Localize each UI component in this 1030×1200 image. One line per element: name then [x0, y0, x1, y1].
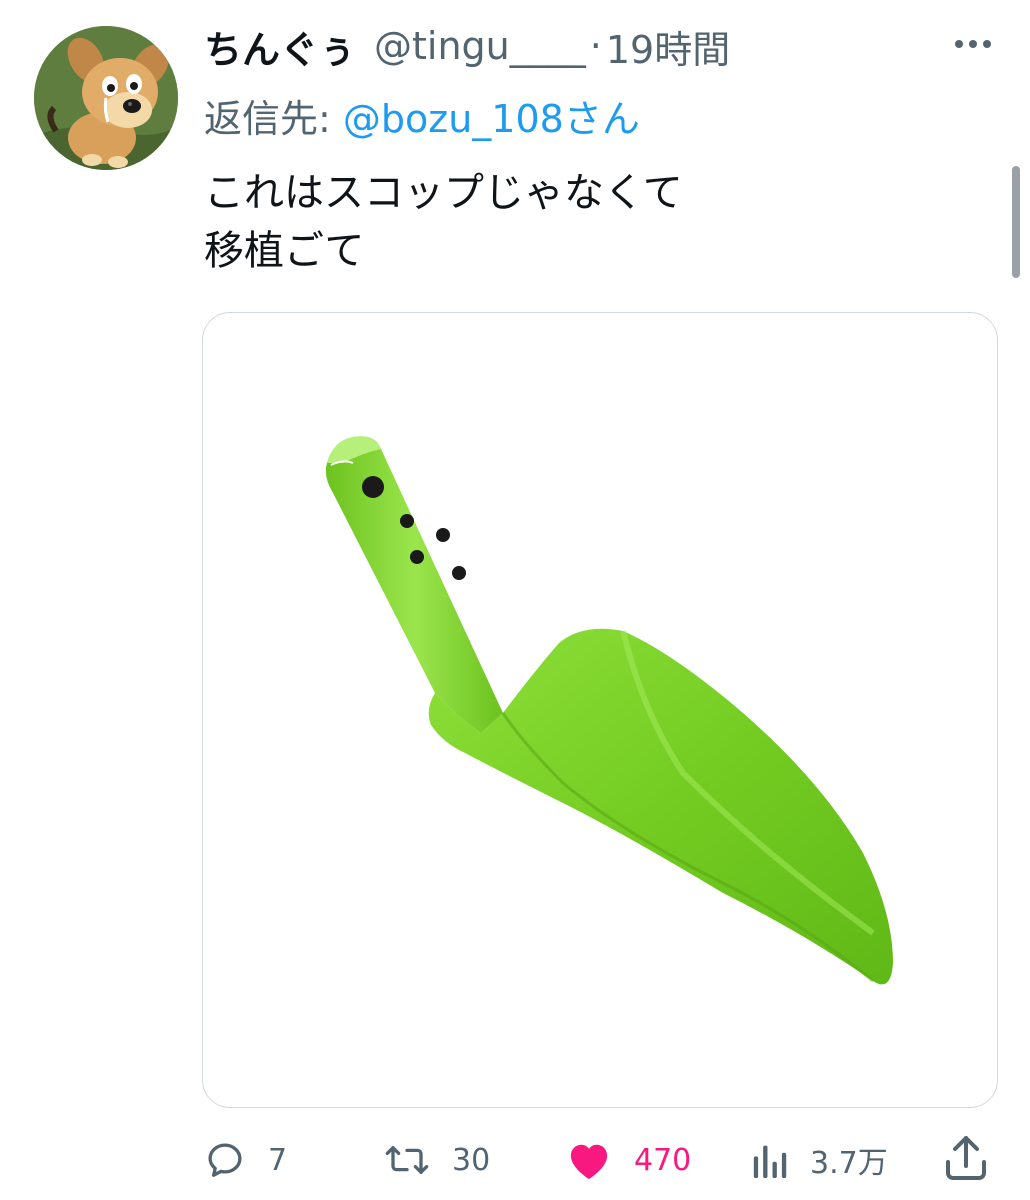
trowel-image [325, 436, 893, 985]
retweet-icon [385, 1146, 429, 1174]
like-button[interactable]: 470 [566, 1128, 691, 1192]
scrollbar[interactable] [1012, 166, 1020, 278]
like-count: 470 [634, 1142, 692, 1178]
avatar[interactable] [34, 26, 178, 170]
tweet-text-line: これはスコップじゃなくて [204, 170, 683, 216]
heart-icon [570, 1144, 608, 1180]
reply-count: 7 [268, 1142, 288, 1178]
retweet-button[interactable]: 30 [384, 1128, 490, 1192]
tweet-text: これはスコップじゃなくて 移植ごて [204, 164, 683, 280]
tweet: ちんぐぅ @tingu____ · 19時間 返信先: @bozu_108さん … [0, 0, 1030, 1200]
avatar-dog-image [34, 26, 178, 170]
reply-prefix: 返信先: [204, 97, 343, 141]
reply-button[interactable]: 7 [204, 1128, 287, 1192]
separator-dot: · [589, 24, 602, 68]
user-handle[interactable]: @tingu____ [374, 24, 586, 68]
timestamp[interactable]: 19時間 [606, 19, 730, 74]
reply-icon [208, 1143, 242, 1177]
tweet-media[interactable] [202, 312, 998, 1108]
tweet-header: ちんぐぅ @tingu____ · 19時間 [204, 18, 730, 74]
reply-context: 返信先: @bozu_108さん [204, 88, 640, 143]
share-button[interactable] [944, 1134, 988, 1186]
reply-target-link[interactable]: @bozu_108さん [343, 97, 640, 141]
views-button[interactable]: 3.7万 [752, 1128, 888, 1192]
more-button[interactable] [948, 24, 998, 64]
retweet-count: 30 [452, 1142, 491, 1178]
share-icon [946, 1136, 986, 1180]
tweet-text-line: 移植ごて [204, 228, 365, 274]
display-name[interactable]: ちんぐぅ [204, 19, 356, 74]
more-icon [955, 40, 991, 48]
views-icon [753, 1145, 787, 1178]
views-count: 3.7万 [810, 1146, 888, 1181]
action-bar: 7 30 470 3.7万 [0, 1128, 1030, 1192]
